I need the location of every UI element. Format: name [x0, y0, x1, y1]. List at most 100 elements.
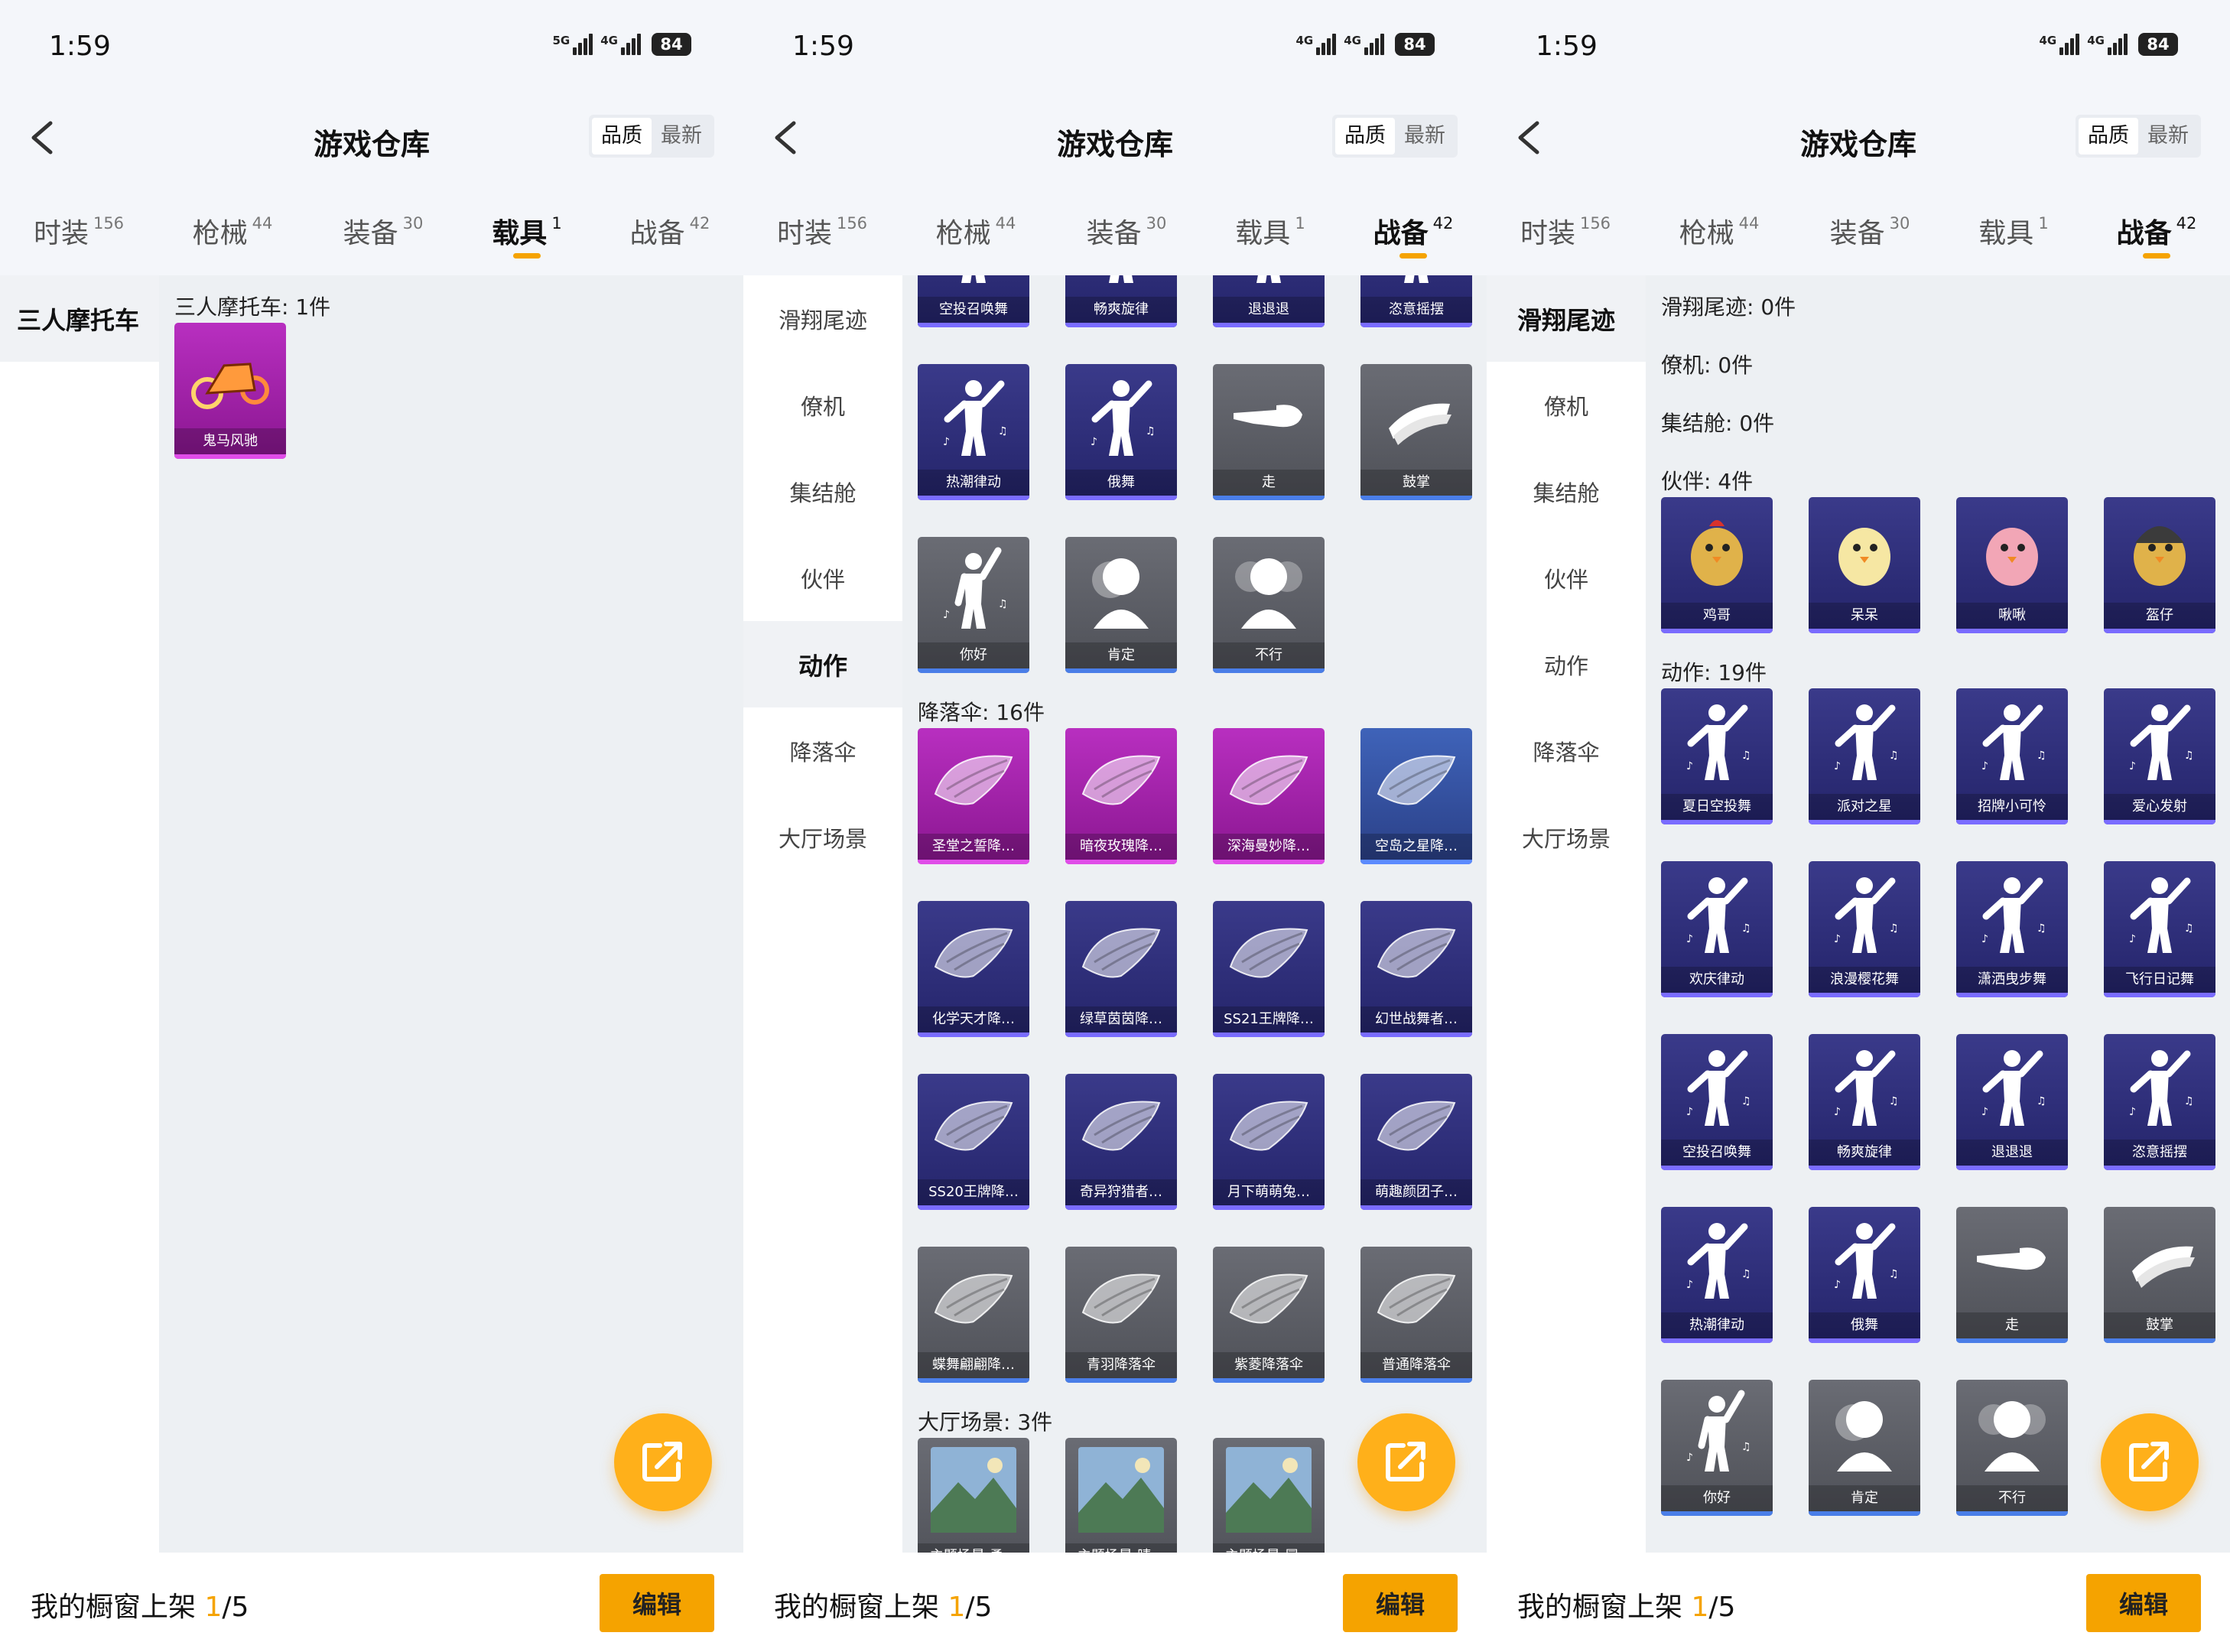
- item-card[interactable]: ♪ ♫ 派对之星: [1809, 688, 1920, 824]
- sidebar-item[interactable]: 僚机: [743, 362, 902, 448]
- tab-3[interactable]: 载具 1: [1201, 211, 1339, 265]
- parachute-icon: [1213, 1247, 1325, 1351]
- item-card[interactable]: ♪ ♫ 欢庆律动: [1661, 861, 1773, 997]
- tab-4[interactable]: 战备 42: [601, 211, 739, 265]
- edit-button[interactable]: 编辑: [1343, 1574, 1458, 1632]
- tab-1[interactable]: 枪械 44: [907, 211, 1045, 265]
- tab-0[interactable]: 时装 156: [10, 211, 148, 265]
- showcase-current-count: 1: [1691, 1592, 1709, 1623]
- tab-0[interactable]: 时装 156: [1497, 211, 1634, 265]
- item-card[interactable]: ♪♫畅爽旋律: [1065, 275, 1177, 327]
- sidebar-item[interactable]: 伙伴: [1487, 535, 1646, 621]
- sidebar-item[interactable]: 集结舱: [743, 448, 902, 535]
- sidebar-item[interactable]: 大厅场景: [743, 794, 902, 880]
- sidebar-item[interactable]: 动作: [1487, 621, 1646, 707]
- item-card[interactable]: SS21王牌降…: [1213, 901, 1325, 1037]
- item-card[interactable]: ♪ ♫ 夏日空投舞: [1661, 688, 1773, 824]
- item-card[interactable]: ♪♫空投召唤舞: [918, 275, 1029, 327]
- tab-1[interactable]: 枪械 44: [164, 211, 301, 265]
- edit-button[interactable]: 编辑: [600, 1574, 714, 1632]
- item-card[interactable]: ♪ ♫ 俄舞: [1065, 364, 1177, 500]
- item-card[interactable]: 鬼马风驰: [174, 323, 286, 459]
- tab-0[interactable]: 时装 156: [753, 211, 891, 265]
- item-card[interactable]: 主题场景-冒…: [1213, 1438, 1325, 1553]
- item-card[interactable]: ♪ ♫ 浪漫樱花舞: [1809, 861, 1920, 997]
- item-card[interactable]: 圣堂之誓降…: [918, 728, 1029, 864]
- tab-3[interactable]: 载具 1: [1945, 211, 2082, 265]
- item-card[interactable]: 暗夜玫瑰降…: [1065, 728, 1177, 864]
- item-card[interactable]: 化学天才降…: [918, 901, 1029, 1037]
- sort-latest-button[interactable]: 最新: [2138, 118, 2198, 154]
- item-card[interactable]: 不行: [1956, 1380, 2068, 1516]
- item-card[interactable]: 鼓掌: [1360, 364, 1472, 500]
- item-card[interactable]: 主题场景-晴…: [1065, 1438, 1177, 1553]
- sort-quality-button[interactable]: 品质: [592, 118, 652, 154]
- item-card[interactable]: 呆呆: [1809, 497, 1920, 633]
- tab-2[interactable]: 装备 30: [1058, 211, 1195, 265]
- item-card[interactable]: 绿草茵茵降…: [1065, 901, 1177, 1037]
- item-card[interactable]: 青羽降落伞: [1065, 1247, 1177, 1383]
- sidebar-item[interactable]: 降落伞: [1487, 707, 1646, 794]
- sidebar-item[interactable]: 伙伴: [743, 535, 902, 621]
- item-card[interactable]: 奇异狩猎者…: [1065, 1074, 1177, 1210]
- sidebar-item[interactable]: 滑翔尾迹: [743, 275, 902, 362]
- item-card[interactable]: ♪♫恣意摇摆: [1360, 275, 1472, 327]
- item-card[interactable]: ♪ ♫ 热潮律动: [1661, 1207, 1773, 1343]
- item-card[interactable]: ♪ ♫ 飞行日记舞: [2104, 861, 2215, 997]
- sidebar-item[interactable]: 滑翔尾迹: [1487, 275, 1646, 362]
- item-card[interactable]: ♪♫退退退: [1213, 275, 1325, 327]
- item-card[interactable]: ♪ ♫ 潇洒曳步舞: [1956, 861, 2068, 997]
- item-card[interactable]: 萌趣颜团子…: [1360, 1074, 1472, 1210]
- share-button[interactable]: [1357, 1413, 1455, 1511]
- svg-text:♪: ♪: [1686, 1279, 1693, 1291]
- tab-2[interactable]: 装备 30: [314, 211, 452, 265]
- sidebar-item[interactable]: 僚机: [1487, 362, 1646, 448]
- item-card[interactable]: ♪ ♫ 俄舞: [1809, 1207, 1920, 1343]
- item-card[interactable]: ♪♫恣意摇摆: [2104, 1034, 2215, 1170]
- item-card[interactable]: 肯定: [1065, 537, 1177, 673]
- tab-1[interactable]: 枪械 44: [1650, 211, 1788, 265]
- item-card[interactable]: ♪ ♫ 爱心发射: [2104, 688, 2215, 824]
- sidebar-item[interactable]: 三人摩托车: [0, 275, 159, 362]
- tab-3[interactable]: 载具 1: [458, 211, 596, 265]
- item-card[interactable]: 主题场景-勇…: [918, 1438, 1029, 1553]
- item-card[interactable]: 月下萌萌兔…: [1213, 1074, 1325, 1210]
- item-card[interactable]: 蝶舞翩翩降…: [918, 1247, 1029, 1383]
- item-card[interactable]: 啾啾: [1956, 497, 2068, 633]
- share-button[interactable]: [614, 1413, 712, 1511]
- item-card[interactable]: ♪♫畅爽旋律: [1809, 1034, 1920, 1170]
- share-button[interactable]: [2101, 1413, 2199, 1511]
- item-card[interactable]: 紫菱降落伞: [1213, 1247, 1325, 1383]
- sidebar-item[interactable]: 集结舱: [1487, 448, 1646, 535]
- item-card[interactable]: 走: [1213, 364, 1325, 500]
- sort-quality-button[interactable]: 品质: [2079, 118, 2138, 154]
- item-card[interactable]: SS20王牌降…: [918, 1074, 1029, 1210]
- item-card[interactable]: ♪ ♫ 热潮律动: [918, 364, 1029, 500]
- tab-4[interactable]: 战备 42: [1344, 211, 1482, 265]
- item-card[interactable]: 幻世战舞者…: [1360, 901, 1472, 1037]
- sort-latest-button[interactable]: 最新: [652, 118, 711, 154]
- item-card[interactable]: ♪ ♫ 你好: [918, 537, 1029, 673]
- sort-latest-button[interactable]: 最新: [1395, 118, 1455, 154]
- item-card[interactable]: 鼓掌: [2104, 1207, 2215, 1343]
- item-card[interactable]: 空岛之星降…: [1360, 728, 1472, 864]
- sidebar-item[interactable]: 降落伞: [743, 707, 902, 794]
- item-name: 俄舞: [1809, 1312, 1920, 1338]
- item-card[interactable]: ♪♫退退退: [1956, 1034, 2068, 1170]
- item-card[interactable]: 走: [1956, 1207, 2068, 1343]
- sidebar-item[interactable]: 大厅场景: [1487, 794, 1646, 880]
- item-card[interactable]: 鸡哥: [1661, 497, 1773, 633]
- sort-quality-button[interactable]: 品质: [1335, 118, 1395, 154]
- item-card[interactable]: ♪♫空投召唤舞: [1661, 1034, 1773, 1170]
- item-card[interactable]: 不行: [1213, 537, 1325, 673]
- item-card[interactable]: 盔仔: [2104, 497, 2215, 633]
- item-card[interactable]: 肯定: [1809, 1380, 1920, 1516]
- sidebar-item[interactable]: 动作: [743, 621, 902, 707]
- item-card[interactable]: 普通降落伞: [1360, 1247, 1472, 1383]
- tab-2[interactable]: 装备 30: [1801, 211, 1939, 265]
- item-card[interactable]: 深海曼妙降…: [1213, 728, 1325, 864]
- tab-4[interactable]: 战备 42: [2088, 211, 2225, 265]
- item-card[interactable]: ♪ ♫ 招牌小可怜: [1956, 688, 2068, 824]
- item-card[interactable]: ♪ ♫ 你好: [1661, 1380, 1773, 1516]
- edit-button[interactable]: 编辑: [2086, 1574, 2201, 1632]
